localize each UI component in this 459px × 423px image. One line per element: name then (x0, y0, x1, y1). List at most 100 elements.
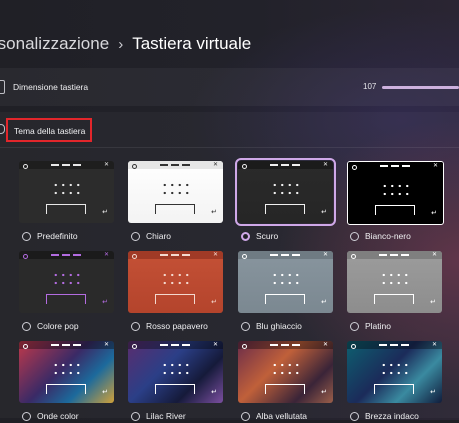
theme-preview-brezza-indaco[interactable]: ✕ ↵ (347, 341, 442, 403)
keyboard-size-label: Dimensione tastiera (13, 82, 89, 92)
gear-icon (132, 344, 137, 349)
breadcrumb-parent[interactable]: rsonalizzazione (0, 34, 109, 53)
gear-icon (23, 344, 28, 349)
enter-icon: ↵ (211, 389, 217, 396)
preview-keys (381, 182, 411, 198)
enter-icon: ↵ (431, 210, 437, 217)
preview-spacebar (46, 294, 86, 304)
gear-icon (132, 164, 137, 169)
preview-keys (271, 271, 301, 287)
radio-button[interactable] (241, 231, 250, 241)
theme-option-brezza-indaco[interactable]: Brezza indaco (350, 409, 419, 423)
preview-tab-strip (270, 344, 300, 346)
keyboard-size-value: 107 (363, 82, 377, 91)
radio-button[interactable] (22, 231, 31, 241)
theme-preview-lilac-river[interactable]: ✕ ↵ (128, 341, 223, 403)
theme-preview-chiaro[interactable]: ✕ ↵ (128, 161, 223, 223)
preview-keys (380, 361, 410, 377)
close-icon: ✕ (322, 252, 328, 258)
gear-icon (23, 254, 28, 259)
gear-icon (242, 254, 247, 259)
theme-option-rosso-papavero[interactable]: Rosso papavero (131, 319, 208, 333)
keyboard-size-row: Dimensione tastiera 107 (0, 68, 459, 106)
enter-icon: ↵ (321, 299, 327, 306)
theme-label: Chiaro (146, 231, 172, 241)
radio-button[interactable] (22, 411, 31, 421)
theme-option-colore-pop[interactable]: Colore pop (22, 319, 79, 333)
close-icon: ✕ (212, 342, 218, 348)
theme-option-platino[interactable]: Platino (350, 319, 391, 333)
theme-option-lilac-river[interactable]: Lilac River (131, 409, 186, 423)
page-title: rsonalizzazione › Tastiera virtuale (0, 34, 251, 54)
theme-preview-blu-ghiaccio[interactable]: ✕ ↵ (238, 251, 333, 313)
theme-option-alba-vellutata[interactable]: Alba vellutata (241, 409, 307, 423)
radio-button[interactable] (350, 231, 359, 241)
preview-tab-strip (379, 254, 409, 256)
close-icon: ✕ (212, 252, 218, 258)
radio-button[interactable] (22, 321, 31, 331)
preview-keys (271, 361, 301, 377)
theme-preview-scuro[interactable]: ✕ ↵ (235, 158, 336, 226)
gear-icon (351, 344, 356, 349)
preview-spacebar (375, 205, 415, 215)
theme-label: Colore pop (37, 321, 79, 331)
theme-preview-bianco-nero[interactable]: ✕ ↵ (347, 161, 444, 225)
preview-keys (380, 271, 410, 287)
theme-option-chiaro[interactable]: Chiaro (131, 229, 171, 243)
radio-button[interactable] (131, 321, 140, 331)
enter-icon: ↵ (321, 209, 327, 216)
close-icon: ✕ (322, 162, 328, 168)
close-icon: ✕ (103, 252, 109, 258)
enter-icon: ↵ (102, 389, 108, 396)
theme-label: Bianco-nero (365, 231, 411, 241)
keyboard-size-slider[interactable] (382, 86, 459, 89)
theme-label: Scuro (256, 231, 279, 241)
radio-button[interactable] (241, 411, 250, 421)
preview-spacebar (265, 294, 305, 304)
theme-option-predefinito[interactable]: Predefinito (22, 229, 78, 243)
theme-preview-rosso-papavero[interactable]: ✕ ↵ (128, 251, 223, 313)
preview-tab-strip (51, 344, 81, 346)
enter-icon: ↵ (211, 209, 217, 216)
theme-label: Blu ghiaccio (256, 321, 302, 331)
radio-button[interactable] (241, 321, 250, 331)
radio-button[interactable] (350, 411, 359, 421)
gear-icon (352, 165, 357, 170)
theme-preview-onde-color[interactable]: ✕ ↵ (19, 341, 114, 403)
theme-section-label: Tema della tastiera (14, 126, 86, 136)
theme-preview-platino[interactable]: ✕ ↵ (347, 251, 442, 313)
preview-spacebar (374, 294, 414, 304)
radio-button[interactable] (131, 231, 140, 241)
theme-label-highlight: Tema della tastiera (6, 118, 92, 142)
theme-option-scuro[interactable]: Scuro (241, 229, 278, 243)
breadcrumb-separator: › (118, 36, 124, 53)
radio-button[interactable] (131, 411, 140, 421)
theme-option-onde-color[interactable]: Onde color (22, 409, 79, 423)
preview-tab-strip (380, 165, 410, 167)
preview-tab-strip (160, 254, 190, 256)
radio-button[interactable] (350, 321, 359, 331)
gear-icon (351, 254, 356, 259)
preview-spacebar (265, 384, 305, 394)
close-icon: ✕ (432, 163, 438, 169)
gear-icon (242, 344, 247, 349)
divider (0, 147, 459, 148)
preview-keys (161, 361, 191, 377)
theme-preview-alba-vellutata[interactable]: ✕ ↵ (238, 341, 333, 403)
theme-label: Platino (365, 321, 391, 331)
preview-keys (52, 361, 82, 377)
theme-option-bianco-nero[interactable]: Bianco-nero (350, 229, 411, 243)
theme-option-blu-ghiaccio[interactable]: Blu ghiaccio (241, 319, 302, 333)
preview-tab-strip (270, 254, 300, 256)
gear-icon (23, 164, 28, 169)
close-icon: ✕ (431, 252, 437, 258)
theme-preview-predefinito[interactable]: ✕ ↵ (19, 161, 114, 223)
preview-keys (161, 271, 191, 287)
theme-preview-colore-pop[interactable]: ✕ ↵ (19, 251, 114, 313)
keyboard-size-icon (0, 80, 5, 94)
breadcrumb-current: Tastiera virtuale (132, 34, 252, 53)
enter-icon: ↵ (102, 209, 108, 216)
preview-keys (161, 181, 191, 197)
enter-icon: ↵ (430, 299, 436, 306)
preview-tab-strip (379, 344, 409, 346)
